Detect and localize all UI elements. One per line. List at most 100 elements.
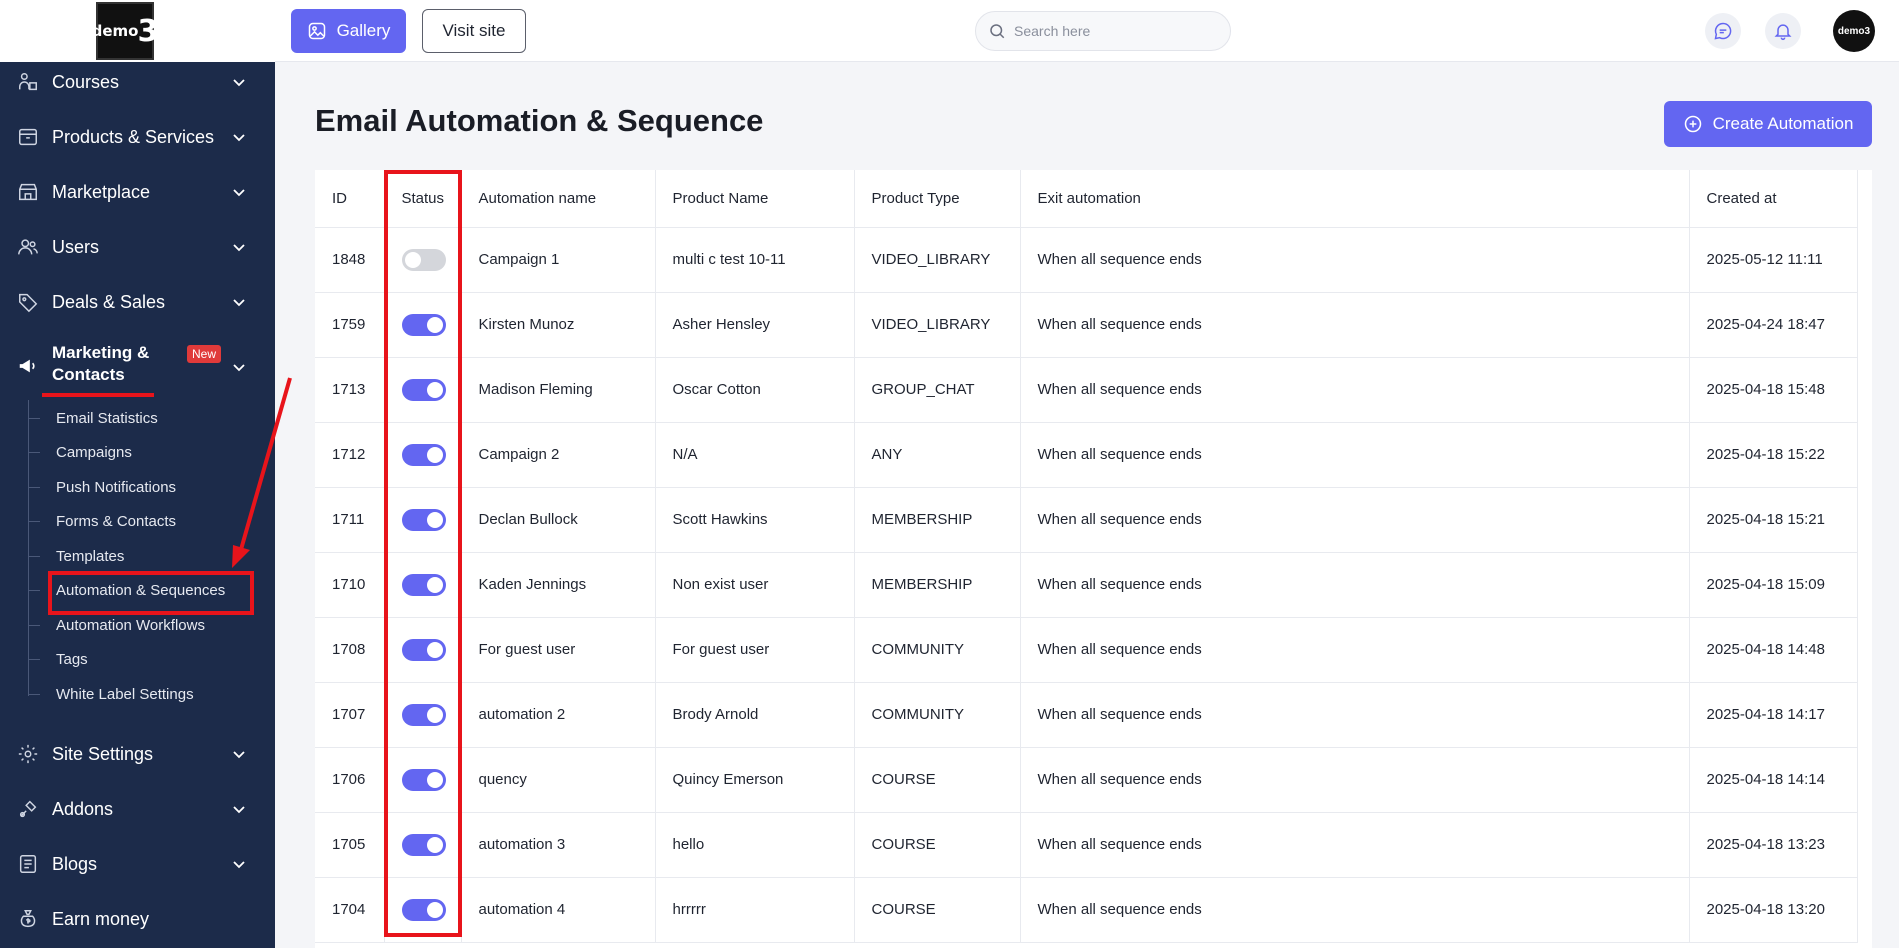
top-bar: Gallery Visit site demo3 [275, 0, 1899, 62]
messages-button[interactable] [1705, 13, 1741, 49]
cell-created-at: 2025-04-18 13:23 [1689, 812, 1858, 878]
cell-created-at: 2025-05-12 11:11 [1689, 227, 1858, 293]
sidebar-item-marketplace[interactable]: Marketplace [0, 172, 275, 212]
cell-id: 1713 [315, 357, 385, 423]
table-row[interactable]: 1711 Declan Bullock Scott Hawkins MEMBERSHI… [315, 487, 1858, 553]
chevron-down-icon [233, 364, 245, 372]
submenu-tick [28, 556, 40, 557]
table-row[interactable]: 1707 automation 2 Brody Arnold COMMUNITY Whe… [315, 682, 1858, 748]
cell-status [384, 552, 462, 618]
cell-product-type: GROUP_CHAT [854, 357, 1021, 423]
status-toggle[interactable] [401, 313, 446, 336]
column-header-automation-name[interactable]: Automation name [461, 170, 656, 228]
chevron-down-icon [233, 861, 245, 869]
table-row[interactable]: 1759 Kirsten Munoz Asher Hensley VIDEO_LIBR… [315, 292, 1858, 358]
submenu-automation-sequences[interactable]: Automation & Sequences [56, 582, 225, 599]
annotation-underline [42, 393, 154, 397]
status-toggle[interactable] [401, 378, 446, 401]
sidebar-item-label: Marketing & Contacts [52, 342, 149, 386]
sidebar-item-addons[interactable]: Addons [0, 789, 275, 829]
create-automation-label: Create Automation [1712, 114, 1854, 133]
sidebar-item-label: Users [52, 236, 100, 257]
cell-product-type: ANY [854, 422, 1021, 488]
avatar[interactable]: demo3 [1833, 10, 1875, 52]
table-row[interactable]: 1713 Madison Fleming Oscar Cotton GROUP_CHA… [315, 357, 1858, 423]
chevron-down-icon [233, 189, 245, 197]
cell-id: 1848 [315, 227, 385, 293]
table-row[interactable]: 1705 automation 3 hello COURSE When all sequ… [315, 812, 1858, 878]
cell-created-at: 2025-04-18 14:14 [1689, 747, 1858, 813]
submenu-tick [28, 487, 40, 488]
search-icon [990, 24, 1005, 39]
status-toggle[interactable] [401, 248, 446, 271]
cell-status [384, 812, 462, 878]
column-header-status[interactable]: Status [384, 170, 462, 228]
cell-automation-name: Declan Bullock [461, 487, 656, 553]
cell-automation-name: Kirsten Munoz [461, 292, 656, 358]
cell-id: 1705 [315, 812, 385, 878]
cell-created-at: 2025-04-18 15:21 [1689, 487, 1858, 553]
column-header-product-type[interactable]: Product Type [854, 170, 1021, 228]
status-toggle[interactable] [401, 833, 446, 856]
sidebar-item-label: Marketplace [52, 181, 151, 202]
status-toggle[interactable] [401, 898, 446, 921]
courses-icon [16, 70, 40, 94]
table-row[interactable]: 1708 For guest user For guest user COMMUNIT… [315, 617, 1858, 683]
status-toggle[interactable] [401, 443, 446, 466]
site-logo[interactable]: demo 3 [92, 2, 158, 60]
status-toggle[interactable] [401, 508, 446, 531]
cell-product-type: COURSE [854, 747, 1021, 813]
submenu-tags[interactable]: Tags [56, 651, 88, 668]
column-header-exit-automation[interactable]: Exit automation [1020, 170, 1690, 228]
cell-exit-automation: When all sequence ends [1020, 357, 1690, 423]
submenu-push-notifications[interactable]: Push Notifications [56, 479, 176, 496]
status-toggle[interactable] [401, 573, 446, 596]
gallery-button[interactable]: Gallery [291, 9, 406, 53]
cell-exit-automation: When all sequence ends [1020, 682, 1690, 748]
table-row[interactable]: 1706 quency Quincy Emerson COURSE When all s… [315, 747, 1858, 813]
cell-product-type: VIDEO_LIBRARY [854, 227, 1021, 293]
column-header-id[interactable]: ID [315, 170, 385, 228]
sidebar-item-courses[interactable]: Courses [0, 62, 275, 102]
gallery-icon [308, 22, 325, 40]
bell-icon [1774, 24, 1792, 41]
submenu-line [28, 400, 29, 696]
sidebar-item-marketing[interactable]: Marketing & Contacts [0, 342, 275, 392]
submenu-automation-workflows[interactable]: Automation Workflows [56, 617, 205, 634]
sidebar-item-deals[interactable]: Deals & Sales [0, 282, 275, 322]
notifications-button[interactable] [1765, 13, 1801, 49]
submenu-templates[interactable]: Templates [56, 548, 124, 565]
status-toggle[interactable] [401, 703, 446, 726]
cell-status [384, 747, 462, 813]
status-toggle[interactable] [401, 638, 446, 661]
submenu-email-statistics[interactable]: Email Statistics [56, 410, 158, 427]
sidebar-item-earn-money[interactable]: Earn money [0, 899, 275, 939]
cell-id: 1759 [315, 292, 385, 358]
sidebar-item-site-settings[interactable]: Site Settings [0, 734, 275, 774]
sidebar-item-label: Deals & Sales [52, 291, 166, 312]
cell-status [384, 227, 462, 293]
column-header-created-at[interactable]: Created at [1689, 170, 1858, 228]
table-row[interactable]: 1704 automation 4 hrrrrr COURSE When all seq… [315, 877, 1858, 943]
cell-product-name: Brody Arnold [655, 682, 855, 748]
visit-site-button[interactable]: Visit site [422, 9, 526, 53]
sidebar-item-blogs[interactable]: Blogs [0, 844, 275, 884]
search-input[interactable] [1014, 23, 1214, 39]
sidebar-item-users[interactable]: Users [0, 227, 275, 267]
submenu-white-label-settings[interactable]: White Label Settings [56, 686, 194, 703]
submenu-campaigns[interactable]: Campaigns [56, 444, 132, 461]
table-row[interactable]: 1848 Campaign 1 multi c test 10-11 VIDEO_LI… [315, 227, 1858, 293]
table-row[interactable]: 1710 Kaden Jennings Non exist user MEMBERSH… [315, 552, 1858, 618]
cell-product-type: VIDEO_LIBRARY [854, 292, 1021, 358]
status-toggle[interactable] [401, 768, 446, 791]
submenu-forms-contacts[interactable]: Forms & Contacts [56, 513, 176, 530]
table-row[interactable]: 1712 Campaign 2 N/A ANY When all sequence en… [315, 422, 1858, 488]
column-header-product-name[interactable]: Product Name [655, 170, 855, 228]
sidebar-item-products[interactable]: Products & Services [0, 117, 275, 157]
cell-status [384, 682, 462, 748]
cell-exit-automation: When all sequence ends [1020, 422, 1690, 488]
cell-product-type: MEMBERSHIP [854, 552, 1021, 618]
cell-id: 1712 [315, 422, 385, 488]
sidebar-item-label: Addons [52, 798, 114, 819]
create-automation-button[interactable]: Create Automation [1664, 101, 1872, 147]
